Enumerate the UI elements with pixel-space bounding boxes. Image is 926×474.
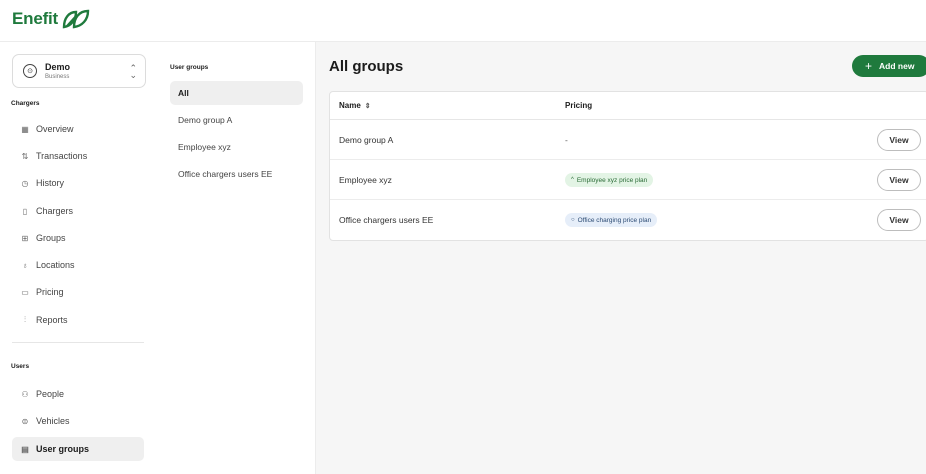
sidebar-item-label: People [36, 389, 65, 399]
view-button[interactable]: View [877, 169, 921, 191]
groups-table: Name ⇕ Pricing Demo group A - View Employ… [329, 91, 926, 241]
groups-icon: ⊞ [21, 233, 29, 243]
sidebar-item-pricing[interactable]: ▭ Pricing [12, 280, 144, 304]
column-header-name[interactable]: Name ⇕ [339, 101, 371, 110]
table-row: Demo group A - View [330, 120, 926, 160]
pricing-empty: - [565, 135, 568, 145]
price-plan-badge[interactable]: ○ Office charging price plan [565, 213, 658, 227]
sidebar-item-label: Reports [36, 315, 68, 325]
sidebar-item-label: Groups [36, 233, 66, 243]
group-filter-all[interactable]: All [170, 81, 303, 105]
tag-icon: ▭ [21, 287, 29, 297]
pricing-cell: ^ Employee xyz price plan [565, 173, 654, 187]
clock-icon: ◷ [21, 178, 29, 188]
table-header: Name ⇕ Pricing [330, 92, 926, 120]
sidebar-item-label: User groups [36, 444, 90, 454]
sort-icon: ⇕ [364, 103, 371, 110]
section-title-chargers: Chargers [11, 100, 40, 107]
price-plan-label: Employee xyz price plan [576, 176, 648, 184]
top-bar: Enefit [0, 0, 926, 42]
table-row: Office chargers users EE ○ Office chargi… [330, 200, 926, 240]
plus-icon: + [865, 59, 873, 73]
add-new-button[interactable]: + Add new [852, 55, 926, 77]
sidebar-item-vehicles[interactable]: ⊜ Vehicles [12, 409, 144, 433]
car-icon: ⊜ [21, 416, 29, 426]
sidebar-item-reports[interactable]: ⫶ Reports [12, 308, 144, 332]
sidebar-item-label: Chargers [36, 206, 74, 216]
page-title: All groups [329, 58, 404, 75]
business-avatar-icon: ⊙ [23, 64, 37, 78]
group-filter-employee-xyz[interactable]: Employee xyz [170, 135, 303, 159]
price-plan-label: Office charging price plan [577, 216, 652, 224]
sidebar: ⊙ Demo Business ⌃ ⌄ Chargers ▦ Overview ⇅… [0, 42, 158, 474]
add-new-label: Add new [879, 61, 915, 71]
sidebar-item-label: Transactions [36, 151, 88, 161]
view-button[interactable]: View [877, 129, 921, 151]
account-type: Business [45, 73, 70, 80]
arrows-icon: ⇅ [21, 151, 29, 161]
sidebar-divider [12, 342, 144, 343]
view-button[interactable]: View [877, 209, 921, 231]
leaf-logo-icon [62, 9, 90, 29]
grid-icon: ▦ [21, 124, 29, 134]
user-groups-panel-title: User groups [170, 64, 209, 71]
sidebar-item-locations[interactable]: ♁ Locations [12, 253, 144, 277]
group-name: Office chargers users EE [339, 215, 434, 225]
price-plan-badge[interactable]: ^ Employee xyz price plan [565, 173, 654, 187]
user-groups-icon: ▤ [21, 444, 29, 454]
sidebar-item-user-groups[interactable]: ▤ User groups [12, 437, 144, 461]
sidebar-item-label: Overview [36, 124, 74, 134]
brand-logo[interactable]: Enefit [12, 8, 91, 30]
user-groups-panel: User groups All Demo group A Employee xy… [158, 42, 316, 474]
account-name: Demo [45, 61, 71, 72]
sidebar-item-label: Locations [36, 260, 75, 270]
sidebar-item-groups[interactable]: ⊞ Groups [12, 226, 144, 250]
sidebar-item-people[interactable]: ⚇ People [12, 382, 144, 406]
column-header-label: Name [339, 101, 361, 110]
sidebar-item-history[interactable]: ◷ History [12, 171, 144, 195]
account-switcher[interactable]: ⊙ Demo Business ⌃ ⌄ [12, 54, 146, 88]
chevron-up-down-icon: ⌃ ⌄ [129, 63, 137, 80]
sidebar-item-chargers[interactable]: ▯ Chargers [12, 199, 144, 223]
group-filter-office-chargers-users-ee[interactable]: Office chargers users EE [170, 162, 303, 186]
circle-icon: ○ [571, 217, 575, 223]
pricing-cell: ○ Office charging price plan [565, 213, 658, 227]
column-header-pricing: Pricing [565, 101, 593, 110]
people-icon: ⚇ [21, 389, 29, 399]
charger-icon: ▯ [22, 206, 28, 216]
main-content: All groups + Add new Name ⇕ Pricing Demo … [316, 42, 926, 474]
group-name: Employee xyz [339, 175, 392, 185]
group-name: Demo group A [339, 135, 394, 145]
chevron-up-icon: ^ [571, 177, 574, 183]
group-filter-demo-group-a[interactable]: Demo group A [170, 108, 303, 132]
sidebar-item-transactions[interactable]: ⇅ Transactions [12, 144, 144, 168]
table-row: Employee xyz ^ Employee xyz price plan V… [330, 160, 926, 200]
chart-icon: ⫶ [24, 315, 26, 324]
brand-name: Enefit [12, 9, 59, 28]
section-title-users: Users [11, 363, 30, 370]
pin-icon: ♁ [22, 260, 28, 270]
sidebar-item-label: History [36, 178, 65, 188]
sidebar-item-label: Vehicles [36, 416, 70, 426]
sidebar-item-overview[interactable]: ▦ Overview [12, 117, 144, 141]
sidebar-item-label: Pricing [36, 287, 64, 297]
